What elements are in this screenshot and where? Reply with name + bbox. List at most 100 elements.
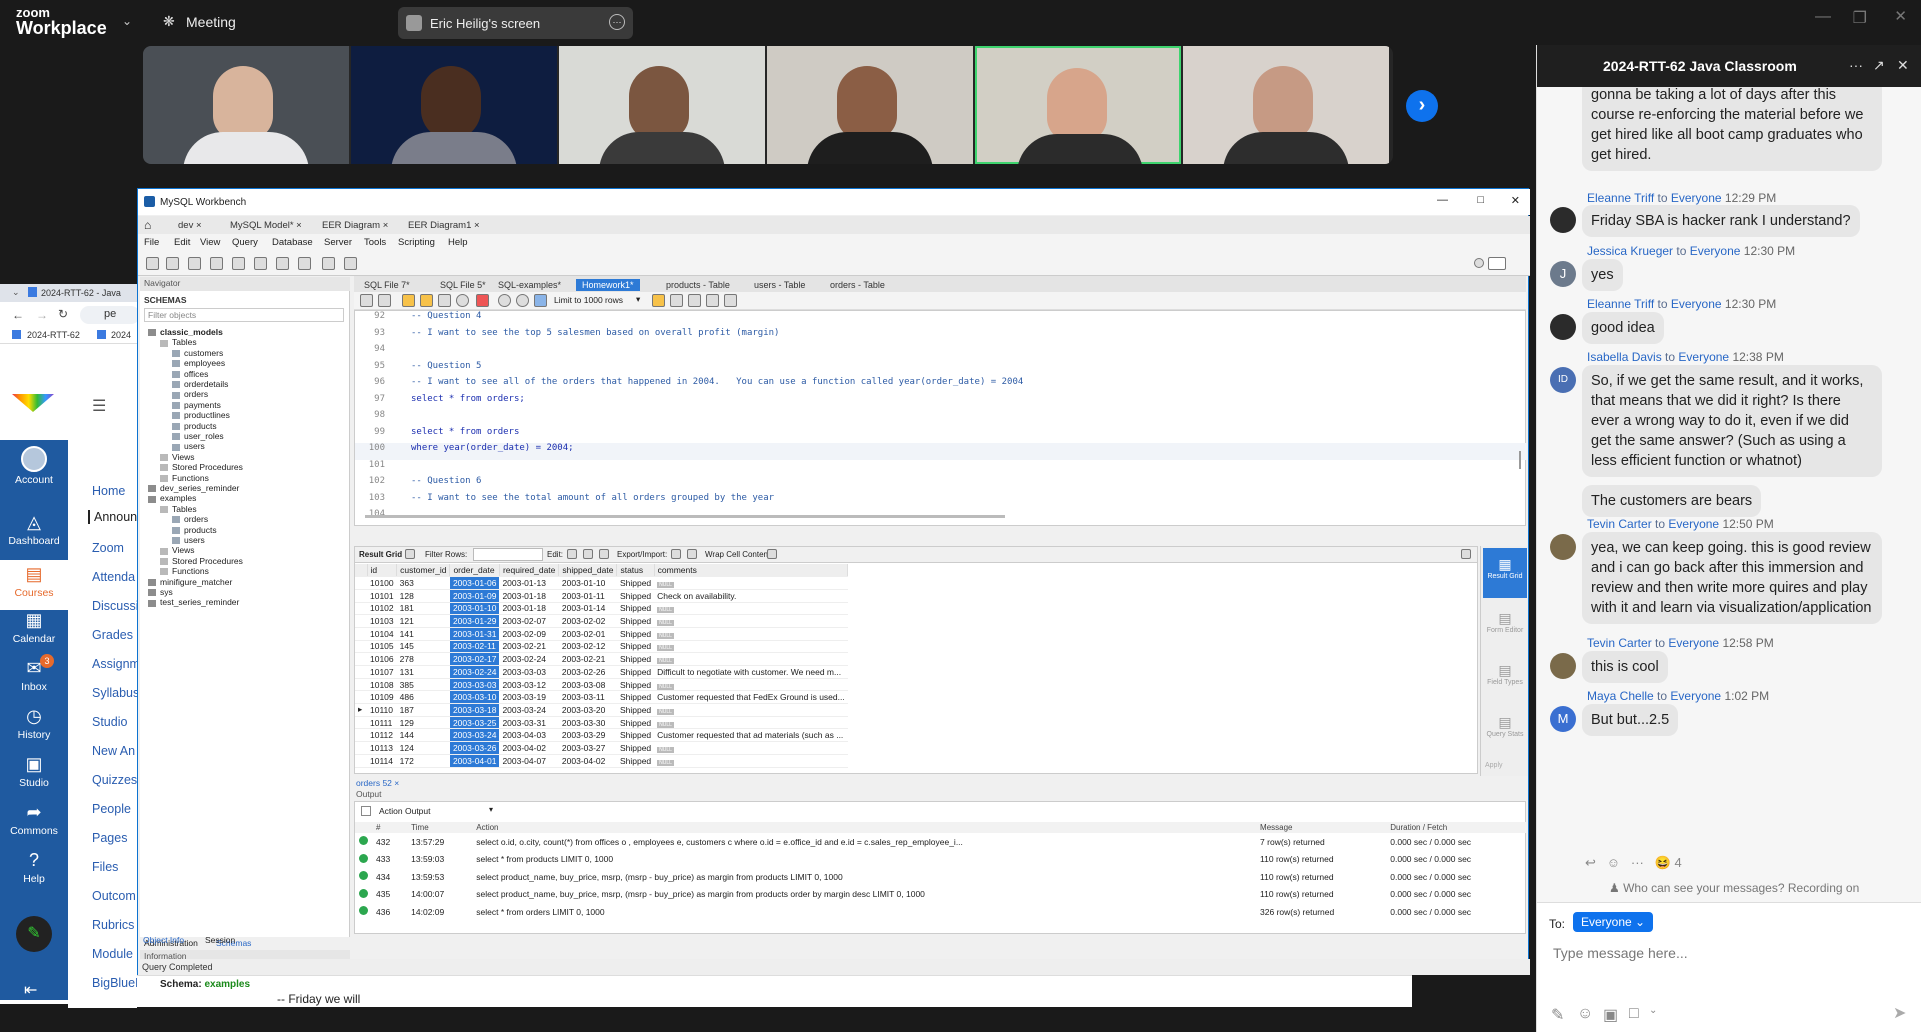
find-icon[interactable] xyxy=(688,294,701,307)
sender-name[interactable]: Tevin Carter xyxy=(1587,517,1652,531)
table-cell[interactable]: 2003-04-01 xyxy=(449,754,500,768)
schema-tree-item[interactable]: products xyxy=(172,421,217,431)
close-icon[interactable]: ✕ xyxy=(1894,7,1907,25)
table-cell[interactable]: 10101 xyxy=(367,589,397,603)
more-icon[interactable]: ··· xyxy=(1631,855,1644,870)
doc-tab[interactable]: EER Diagram × xyxy=(316,219,394,232)
schema-tree-item[interactable]: Views xyxy=(160,452,195,462)
table-cell[interactable]: 2003-01-10 xyxy=(558,576,617,590)
sql-tab[interactable]: users - Table xyxy=(748,279,811,291)
more-icon[interactable]: ··· xyxy=(609,14,625,30)
open-file-icon[interactable] xyxy=(360,294,373,307)
schema-tree-item[interactable]: test_series_reminder xyxy=(148,597,239,607)
table-cell[interactable]: 10103 xyxy=(367,614,397,628)
home-icon[interactable]: ⌂ xyxy=(144,218,151,232)
insert-row-icon[interactable] xyxy=(583,549,593,559)
delete-row-icon[interactable] xyxy=(599,549,609,559)
schema-tree-item[interactable]: offices xyxy=(172,369,208,379)
column-header[interactable]: status xyxy=(616,564,655,578)
close-icon[interactable]: ✕ xyxy=(1897,57,1909,74)
horizontal-scrollbar[interactable] xyxy=(365,515,1005,518)
import-icon[interactable] xyxy=(687,549,697,559)
table-cell[interactable]: 2003-01-13 xyxy=(499,576,559,590)
table-cell[interactable]: Shipped xyxy=(616,602,655,616)
table-cell[interactable]: 2003-03-24 xyxy=(499,703,559,717)
table-cell[interactable]: 2003-03-03 xyxy=(449,678,500,692)
collapse-nav-icon[interactable]: ⇤ xyxy=(24,980,37,1000)
sender-name[interactable]: Tevin Carter xyxy=(1587,636,1652,650)
chevron-down-icon[interactable]: ▾ xyxy=(636,294,640,305)
create-function-icon[interactable] xyxy=(298,257,311,270)
table-cell[interactable]: 2003-04-02 xyxy=(499,741,559,755)
chevron-down-icon[interactable]: ⌄ xyxy=(12,287,20,298)
table-row[interactable]: ▸ 10110 187 2003-03-18 2003-03-24 2003-03-20 S… xyxy=(355,703,848,717)
table-cell[interactable]: 2003-02-21 xyxy=(558,652,617,666)
table-cell[interactable]: 2003-02-09 xyxy=(499,627,559,641)
avatar[interactable]: J xyxy=(1550,261,1576,287)
maximize-icon[interactable]: □ xyxy=(1477,194,1484,206)
sql-tab[interactable]: orders - Table xyxy=(824,279,891,291)
menu-item[interactable]: File xyxy=(144,237,159,248)
table-cell[interactable]: Shipped xyxy=(616,703,655,717)
table-cell[interactable]: Difficult to negotiate with customer. We… xyxy=(654,665,848,679)
table-cell[interactable]: 2003-02-12 xyxy=(558,640,617,654)
table-cell[interactable]: 2003-01-11 xyxy=(558,589,617,603)
table-cell[interactable]: 121 xyxy=(396,614,450,628)
tab-object-info[interactable]: Object Info xyxy=(143,935,184,945)
table-cell[interactable]: 131 xyxy=(396,665,450,679)
schema-tree-item[interactable]: customers xyxy=(172,348,223,358)
schema-tree-item[interactable]: Tables xyxy=(160,337,197,347)
table-cell[interactable]: 2003-04-02 xyxy=(558,754,617,768)
nav-account[interactable]: Account xyxy=(0,446,68,486)
table-cell[interactable]: Shipped xyxy=(616,665,655,679)
table-cell[interactable]: 172 xyxy=(396,754,450,768)
create-schema-icon[interactable] xyxy=(210,257,223,270)
table-cell[interactable]: 2003-03-10 xyxy=(449,690,500,705)
avatar[interactable]: ID xyxy=(1550,367,1576,393)
table-cell[interactable]: Shipped xyxy=(616,576,655,590)
sender-name[interactable]: Jessica Krueger xyxy=(1587,244,1673,258)
layout-toggle-icon[interactable] xyxy=(1488,257,1506,270)
table-cell[interactable]: Shipped xyxy=(616,678,655,692)
table-cell[interactable]: Shipped xyxy=(616,652,655,666)
course-link[interactable]: Files xyxy=(92,860,118,874)
menu-item[interactable]: Query xyxy=(232,237,258,248)
table-cell[interactable]: Shipped xyxy=(616,627,655,641)
message-bubble[interactable]: this is cool xyxy=(1582,651,1668,683)
wrap-cell-icon[interactable] xyxy=(767,549,777,559)
open-sql-icon[interactable] xyxy=(166,257,179,270)
schema-tree-item[interactable]: sys xyxy=(148,587,173,597)
doc-tab[interactable]: EER Diagram1 × xyxy=(402,219,486,232)
apply-button[interactable]: Apply xyxy=(1485,762,1503,769)
nav-history[interactable]: ◷ History xyxy=(0,706,68,741)
edit-icon[interactable]: ✎ xyxy=(16,916,52,952)
side-tab-field-types[interactable]: ▤ Field Types xyxy=(1483,656,1527,700)
course-link[interactable]: Home xyxy=(92,484,125,498)
schema-tree-item[interactable]: users xyxy=(172,441,205,451)
table-cell[interactable]: 10106 xyxy=(367,652,397,666)
toggle-continue-icon[interactable] xyxy=(476,294,489,307)
message-bubble[interactable]: good idea xyxy=(1582,312,1664,344)
message-bubble[interactable]: Friday SBA is hacker rank I understand? xyxy=(1582,205,1860,237)
table-cell[interactable]: Shipped xyxy=(616,640,655,654)
table-cell[interactable]: 2003-02-24 xyxy=(449,665,500,679)
create-table-icon[interactable] xyxy=(232,257,245,270)
schema-tree-item[interactable]: Tables xyxy=(160,504,197,514)
table-cell[interactable]: 2003-02-11 xyxy=(449,640,500,654)
sql-tab[interactable]: SQL-examples* xyxy=(492,279,567,291)
schema-tree-item[interactable]: orders xyxy=(172,389,208,399)
action-output-select[interactable]: Action Output xyxy=(379,806,431,816)
sender-name[interactable]: Eleanne Triff xyxy=(1587,191,1654,205)
video-tile[interactable] xyxy=(1183,46,1389,164)
sql-tab[interactable]: SQL File 7* xyxy=(358,279,416,291)
table-cell[interactable]: 2003-01-10 xyxy=(449,602,500,616)
minimize-icon[interactable]: — xyxy=(1815,8,1831,26)
side-tab-query-stats[interactable]: ▤ Query Stats xyxy=(1483,708,1527,752)
side-tab-form-editor[interactable]: ▤ Form Editor xyxy=(1483,604,1527,648)
table-cell[interactable]: Check on availability. xyxy=(654,589,848,603)
sql-tab[interactable]: SQL File 5* xyxy=(434,279,492,291)
schema-tree-item[interactable]: payments xyxy=(172,400,221,410)
table-cell[interactable]: 2003-01-18 xyxy=(499,602,559,616)
table-cell[interactable]: 128 xyxy=(396,589,450,603)
table-row[interactable]: 10108 385 2003-03-03 2003-03-12 2003-03-08 Sh… xyxy=(355,678,848,692)
